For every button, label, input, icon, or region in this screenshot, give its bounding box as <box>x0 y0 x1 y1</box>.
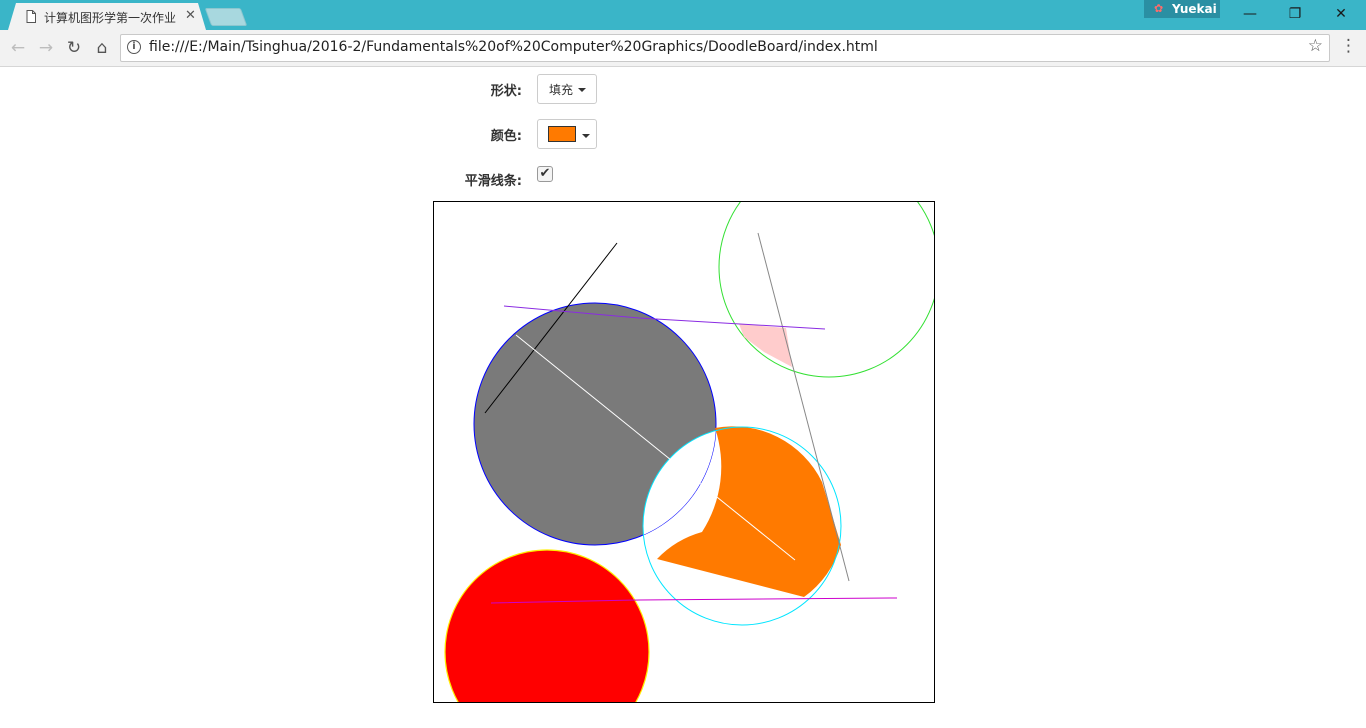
canvas-drawing <box>444 202 934 702</box>
arrow-left-icon[interactable]: ← <box>7 37 29 59</box>
browser-tab[interactable]: 计算机图形学第一次作业 ✕ <box>8 3 206 30</box>
color-label: 颜色: <box>490 129 522 144</box>
browser-toolbar: ← → ↻ ⌂ i file:///E:/Main/Tsinghua/2016-… <box>0 30 1366 67</box>
reload-icon[interactable]: ↻ <box>63 37 85 59</box>
tab-title: 计算机图形学第一次作业 <box>44 11 177 25</box>
window-close-button[interactable]: ✕ <box>1318 0 1364 28</box>
title-bar: 计算机图形学第一次作业 ✕ ✿ Yuekai — ❐ ✕ <box>0 0 1366 30</box>
profile-name: Yuekai <box>1172 2 1217 16</box>
kebab-menu-icon[interactable]: ⋮ <box>1340 36 1357 56</box>
profile-icon: ✿ <box>1154 2 1164 15</box>
chevron-down-icon <box>578 88 586 92</box>
drawing-canvas[interactable] <box>433 201 935 703</box>
shape-dropdown[interactable]: 填充 <box>537 74 597 104</box>
tab-close-icon[interactable]: ✕ <box>185 8 196 23</box>
home-icon[interactable]: ⌂ <box>91 37 113 59</box>
red-filled-circle <box>444 549 650 702</box>
color-swatch <box>548 126 576 142</box>
smooth-lines-checkbox[interactable]: ✔ <box>537 166 553 182</box>
shape-dropdown-value: 填充 <box>549 83 574 97</box>
minimize-button[interactable]: — <box>1227 0 1273 28</box>
profile-button[interactable]: ✿ Yuekai <box>1144 0 1220 18</box>
arrow-right-icon[interactable]: → <box>35 37 57 59</box>
shape-label: 形状: <box>490 84 522 99</box>
chevron-down-icon <box>582 134 590 138</box>
pink-fill-region <box>739 324 792 367</box>
restore-button[interactable]: ❐ <box>1272 0 1318 28</box>
url-text[interactable]: file:///E:/Main/Tsinghua/2016-2/Fundamen… <box>149 39 878 55</box>
document-icon <box>26 10 36 23</box>
new-tab-button[interactable] <box>204 8 248 26</box>
color-dropdown[interactable] <box>537 119 597 149</box>
star-icon[interactable]: ☆ <box>1308 36 1323 56</box>
green-circle-outline <box>718 202 934 378</box>
address-bar[interactable]: i file:///E:/Main/Tsinghua/2016-2/Fundam… <box>120 34 1330 62</box>
info-icon[interactable]: i <box>127 40 141 54</box>
smooth-lines-label: 平滑线条: <box>464 174 522 189</box>
